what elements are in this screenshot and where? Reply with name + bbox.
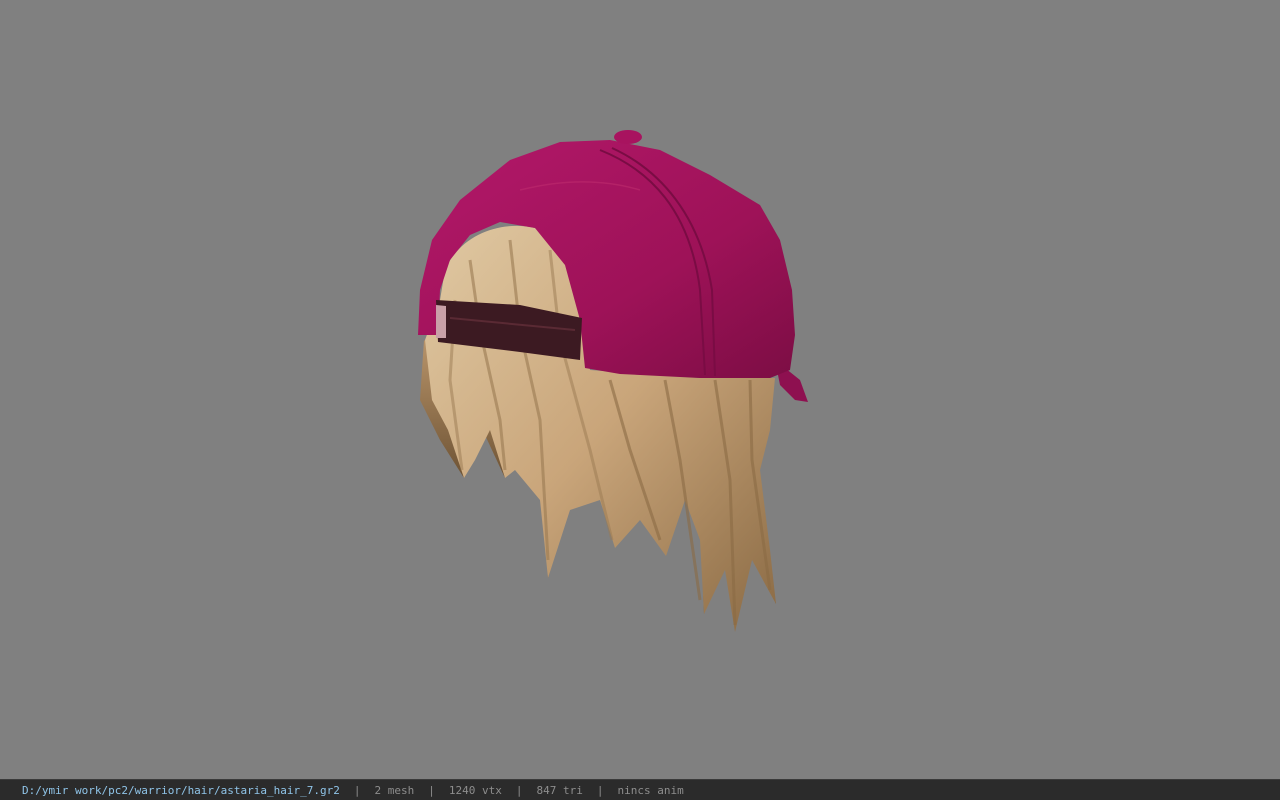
vertex-count-label: 1240 vtx	[448, 783, 502, 797]
animation-status-label: nincs anim	[617, 783, 684, 797]
status-separator: |	[515, 783, 523, 797]
hair-cap-model-render	[418, 130, 808, 633]
3d-viewport[interactable]	[0, 0, 1280, 779]
mesh-count-label: 2 mesh	[374, 783, 415, 797]
status-separator: |	[428, 783, 435, 797]
status-separator: |	[353, 783, 361, 797]
triangle-count-label: 847 tri	[536, 783, 583, 797]
status-bar: D:/ymir work/pc2/warrior/hair/astaria_ha…	[0, 779, 1280, 800]
status-separator: |	[596, 783, 604, 797]
file-path-label: D:/ymir work/pc2/warrior/hair/astaria_ha…	[22, 783, 340, 797]
